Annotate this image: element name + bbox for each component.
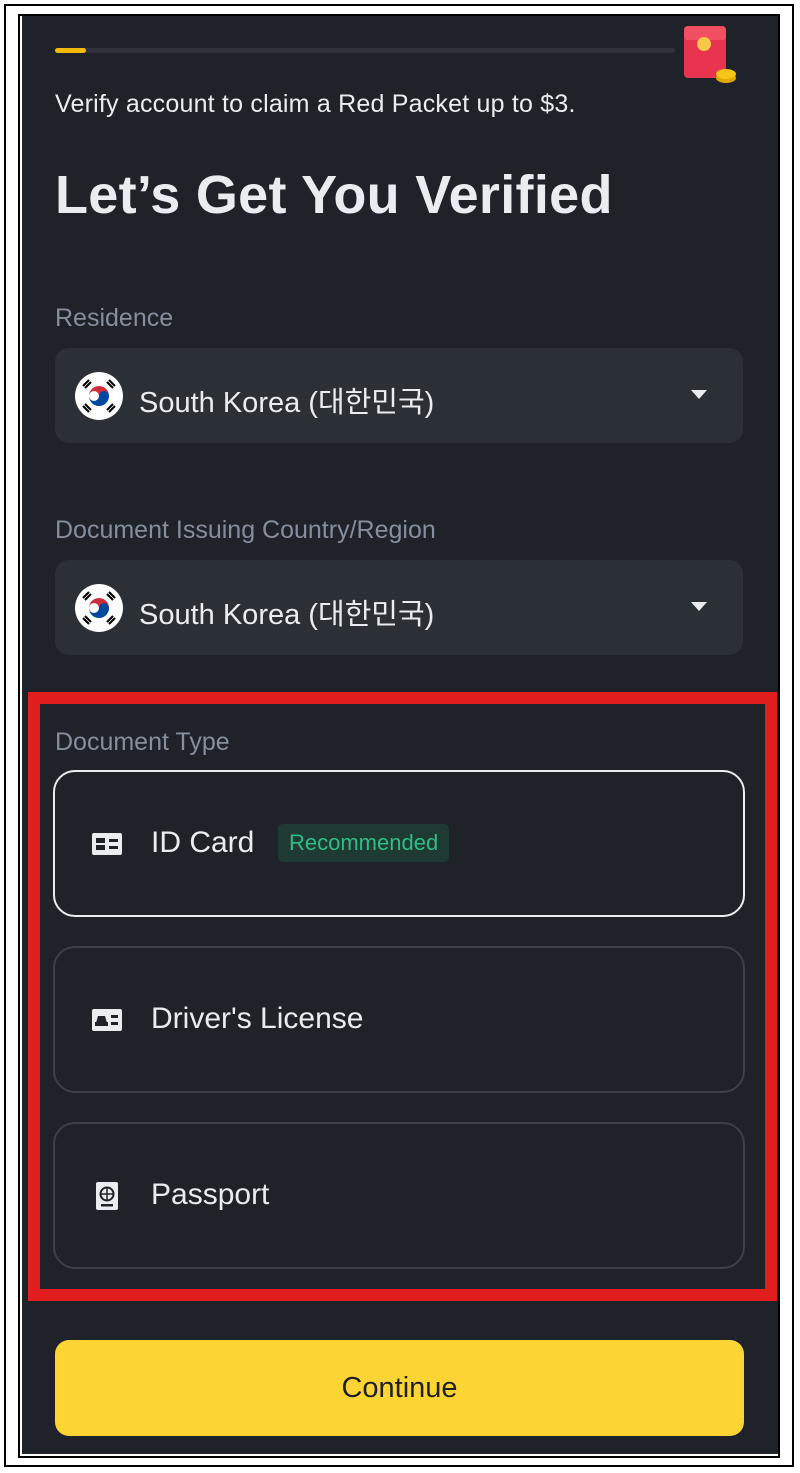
document-option-label: Passport	[151, 1178, 270, 1211]
south-korea-flag-icon	[75, 584, 123, 632]
id-card-icon	[92, 833, 122, 855]
document-option-passport[interactable]: Passport	[53, 1122, 745, 1269]
issuing-country-select[interactable]: South Korea (대한민국)	[55, 560, 743, 655]
issuing-country-label: Document Issuing Country/Region	[55, 516, 436, 544]
residence-value: South Korea (대한민국)	[139, 387, 435, 419]
chevron-down-icon	[691, 390, 707, 399]
residence-label: Residence	[55, 304, 174, 332]
chevron-down-icon	[691, 602, 707, 611]
document-option-drivers-license[interactable]: Driver's License	[53, 946, 745, 1093]
verification-screen: Verify account to claim a Red Packet up …	[22, 16, 778, 1454]
document-option-id-card[interactable]: ID Card Recommended	[53, 770, 745, 917]
promo-text: Verify account to claim a Red Packet up …	[55, 90, 576, 118]
issuing-country-value: South Korea (대한민국)	[139, 599, 435, 631]
continue-button[interactable]: Continue	[55, 1340, 744, 1436]
drivers-license-icon	[92, 1009, 122, 1031]
passport-icon	[96, 1182, 118, 1210]
document-option-label: Driver's License	[151, 1002, 364, 1035]
red-packet-icon[interactable]	[682, 24, 738, 84]
progress-bar	[55, 48, 675, 53]
page-title: Let’s Get You Verified	[55, 165, 613, 225]
progress-bar-fill	[55, 48, 86, 53]
recommended-badge: Recommended	[278, 824, 450, 862]
south-korea-flag-icon	[75, 372, 123, 420]
document-type-label: Document Type	[55, 728, 230, 756]
document-option-label: ID Card	[151, 826, 255, 859]
residence-select[interactable]: South Korea (대한민국)	[55, 348, 743, 443]
